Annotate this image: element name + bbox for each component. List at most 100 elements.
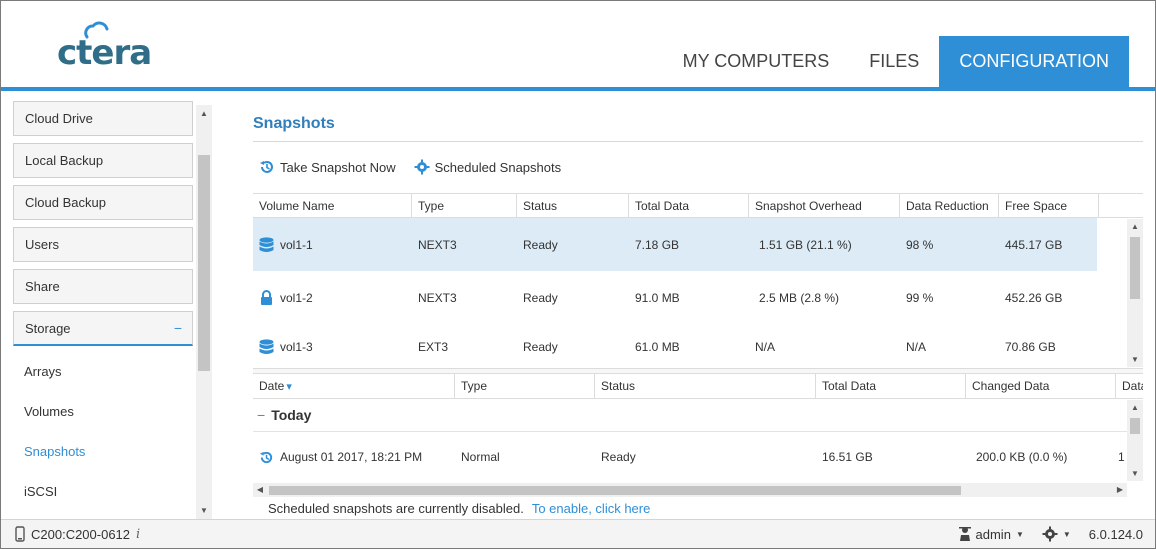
snapshots-table-body: − Today August 01 2017, 18:21 PM Normal … — [253, 399, 1127, 482]
sidebar-item-storage-label: Storage — [25, 320, 71, 336]
group-label: Today — [271, 407, 312, 423]
column-header-type[interactable]: Type — [455, 374, 595, 398]
table-row[interactable]: vol1-2 NEXT3 Ready 91.0 MB 2.5 MB (2.8 %… — [253, 271, 1097, 324]
status-cell: Ready — [523, 290, 558, 305]
status-bar-actions: admin ▼ ▼ 6.0.124.0 — [958, 526, 1143, 542]
scroll-left-arrow-icon[interactable]: ◀ — [253, 483, 267, 497]
data-cell: 1 — [1118, 450, 1125, 464]
version-label: 6.0.124.0 — [1088, 526, 1143, 542]
column-header-data[interactable]: Data — [1116, 374, 1143, 398]
column-header-snapshot-overhead[interactable]: Snapshot Overhead — [749, 194, 900, 217]
take-snapshot-button[interactable]: Take Snapshot Now — [259, 159, 396, 175]
username: admin — [975, 526, 1011, 542]
reduction-cell: 98 % — [906, 237, 934, 252]
snapshots-table-header: Date ▾ Type Status Total Data Changed Da… — [253, 374, 1143, 399]
logo-text: ctera — [57, 33, 152, 73]
column-header-date-label: Date — [259, 379, 285, 393]
sidebar-subitem-volumes[interactable]: Volumes — [13, 391, 193, 431]
column-header-status[interactable]: Status — [517, 194, 629, 217]
scheduled-snapshots-button[interactable]: Scheduled Snapshots — [414, 159, 561, 175]
sidebar-item-share[interactable]: Share — [13, 269, 193, 304]
type-cell: NEXT3 — [418, 290, 457, 305]
main-content: Snapshots Take Snapshot Now Scheduled Sn… — [215, 91, 1155, 519]
type-cell: Normal — [461, 450, 500, 464]
column-header-data-reduction[interactable]: Data Reduction — [900, 194, 999, 217]
overhead-cell: 1.51 GB (21.1 %) — [759, 237, 852, 252]
volume-name-cell: vol1-1 — [253, 236, 412, 253]
table-row[interactable]: vol1-1 NEXT3 Ready 7.18 GB 1.51 GB (21.1… — [253, 218, 1097, 271]
settings-menu[interactable]: ▼ — [1042, 526, 1071, 542]
status-cell: Ready — [601, 450, 636, 464]
notice-text: Scheduled snapshots are currently disabl… — [268, 501, 524, 516]
volumes-table-body: vol1-1 NEXT3 Ready 7.18 GB 1.51 GB (21.1… — [253, 218, 1097, 370]
user-menu[interactable]: admin ▼ — [958, 526, 1024, 542]
free-space-cell: 445.17 GB — [1005, 237, 1063, 252]
tab-my-computers[interactable]: MY COMPUTERS — [663, 36, 850, 87]
scroll-up-arrow-icon[interactable]: ▲ — [1127, 222, 1143, 231]
scroll-up-arrow-icon[interactable]: ▲ — [196, 109, 212, 118]
sidebar-item-storage[interactable]: Storage − — [13, 311, 193, 346]
scroll-up-arrow-icon[interactable]: ▲ — [1127, 403, 1143, 412]
page-title: Snapshots — [253, 115, 335, 132]
table-row[interactable]: August 01 2017, 18:21 PM Normal Ready 16… — [253, 432, 1127, 482]
changed-data-cell: 200.0 KB (0.0 %) — [976, 450, 1068, 464]
column-header-total-data[interactable]: Total Data — [629, 194, 749, 217]
free-space-cell: 70.86 GB — [1005, 340, 1056, 354]
column-header-status[interactable]: Status — [595, 374, 816, 398]
collapse-icon[interactable]: − — [257, 407, 265, 423]
gear-icon — [1042, 526, 1058, 542]
scrollbar-thumb[interactable] — [1130, 237, 1140, 299]
ctera-logo[interactable]: ctera — [57, 21, 157, 73]
sidebar-subitem-iscsi[interactable]: iSCSI — [13, 471, 193, 511]
column-header-date[interactable]: Date ▾ — [253, 374, 455, 398]
reduction-cell: N/A — [906, 340, 927, 354]
toolbar: Take Snapshot Now Scheduled Snapshots — [259, 159, 561, 175]
collapse-icon[interactable]: − — [174, 320, 182, 336]
enable-schedule-link[interactable]: To enable, click here — [532, 501, 651, 516]
sidebar-item-cloud-backup[interactable]: Cloud Backup — [13, 185, 193, 220]
database-icon — [259, 236, 274, 252]
header: ctera MY COMPUTERS FILES CONFIGURATION — [1, 1, 1155, 87]
overhead-cell: 2.5 MB (2.8 %) — [759, 290, 840, 305]
column-header-free-space[interactable]: Free Space — [999, 194, 1099, 217]
scroll-down-arrow-icon[interactable]: ▼ — [1127, 469, 1143, 478]
sidebar-item-local-backup[interactable]: Local Backup — [13, 143, 193, 178]
volume-name: vol1-2 — [280, 290, 313, 305]
volume-name: vol1-3 — [280, 340, 313, 354]
column-header-type[interactable]: Type — [412, 194, 517, 217]
overhead-cell: N/A — [755, 340, 776, 354]
column-header-volume-name[interactable]: Volume Name — [253, 194, 412, 217]
scrollbar-thumb[interactable] — [269, 486, 961, 495]
status-cell: Ready — [523, 340, 558, 354]
gear-icon — [414, 159, 430, 175]
snapshots-horizontal-scrollbar[interactable]: ◀ ▶ — [253, 483, 1127, 497]
chevron-down-icon: ▼ — [1015, 529, 1024, 539]
snapshot-date: August 01 2017, 18:21 PM — [280, 450, 423, 464]
column-header-total-data[interactable]: Total Data — [816, 374, 966, 398]
scroll-right-arrow-icon[interactable]: ▶ — [1113, 483, 1127, 497]
sidebar-subitem-snapshots[interactable]: Snapshots — [13, 431, 193, 471]
scroll-down-arrow-icon[interactable]: ▼ — [1127, 355, 1143, 364]
table-row[interactable]: vol1-3 EXT3 Ready 61.0 MB N/A N/A 70.86 … — [253, 324, 1097, 370]
volumes-table-header: Volume Name Type Status Total Data Snaps… — [253, 193, 1143, 218]
info-icon[interactable]: i — [136, 527, 140, 542]
sidebar-scrollbar[interactable]: ▲ ▼ — [196, 105, 212, 519]
sidebar-subitem-arrays[interactable]: Arrays — [13, 351, 193, 391]
scrollbar-thumb[interactable] — [198, 155, 210, 371]
free-space-cell: 452.26 GB — [1005, 290, 1063, 305]
group-header-today[interactable]: − Today — [253, 399, 1127, 432]
snapshots-table-scrollbar[interactable]: ▲ ▼ — [1127, 400, 1143, 481]
lock-icon — [261, 289, 272, 305]
scroll-down-arrow-icon[interactable]: ▼ — [196, 506, 212, 515]
scrollbar-thumb[interactable] — [1130, 418, 1140, 434]
reduction-cell: 99 % — [906, 290, 934, 305]
status-cell: Ready — [523, 237, 558, 252]
tab-files[interactable]: FILES — [849, 36, 939, 87]
total-data-cell: 16.51 GB — [822, 450, 873, 464]
tab-configuration[interactable]: CONFIGURATION — [939, 36, 1129, 87]
column-header-changed-data[interactable]: Changed Data — [966, 374, 1116, 398]
volumes-table-scrollbar[interactable]: ▲ ▼ — [1127, 219, 1143, 367]
volumes-table: Volume Name Type Status Total Data Snaps… — [253, 193, 1143, 370]
sidebar-item-users[interactable]: Users — [13, 227, 193, 262]
sidebar-item-cloud-drive[interactable]: Cloud Drive — [13, 101, 193, 136]
